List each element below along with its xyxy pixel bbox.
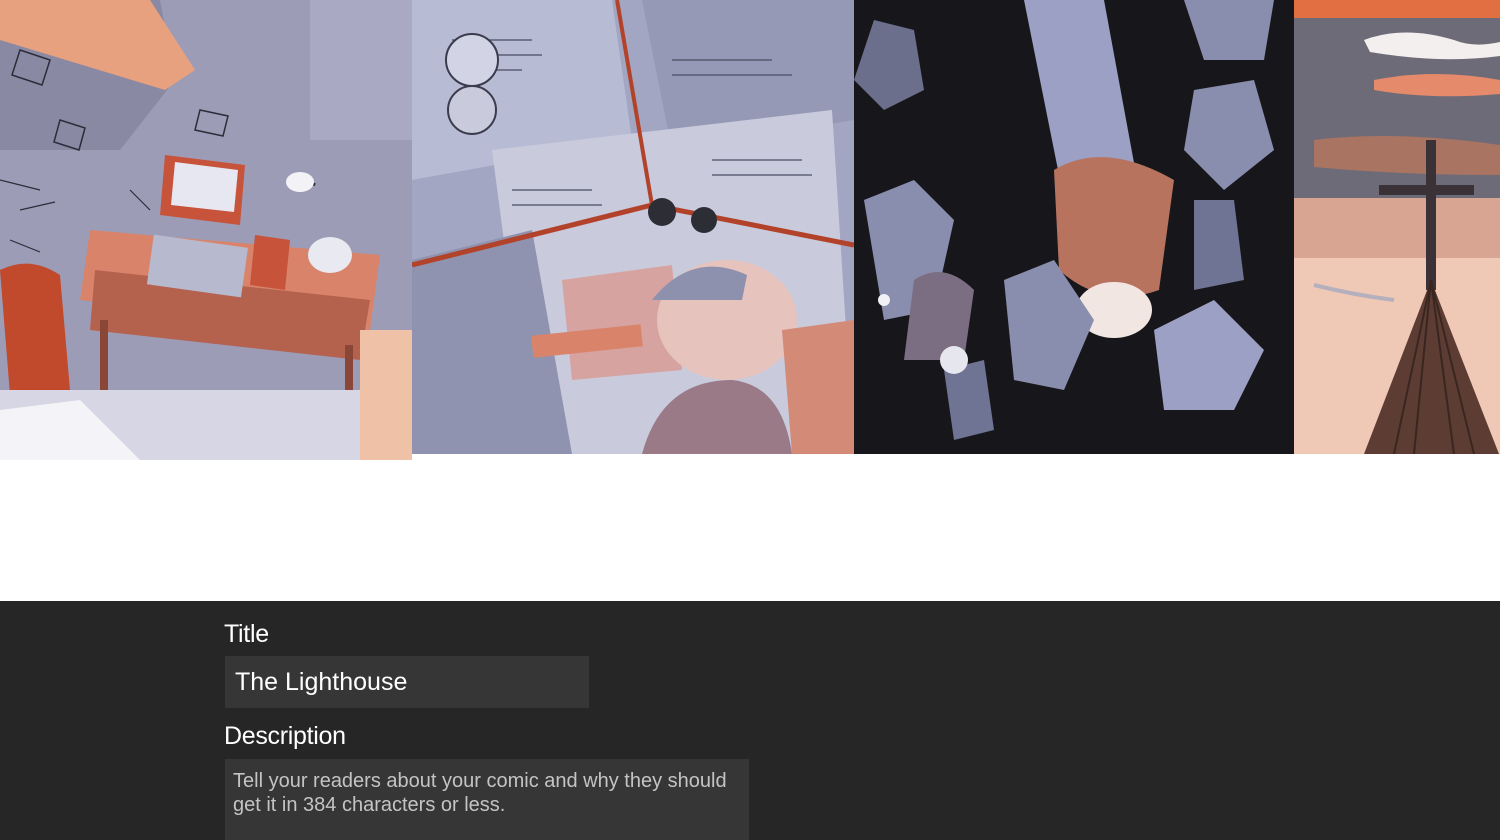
- comic-cover-banner: [0, 0, 1500, 460]
- description-label: Description: [224, 722, 346, 750]
- title-input[interactable]: [225, 656, 589, 708]
- newspaper-clippings-panel: [412, 0, 854, 454]
- falling-figures-panel: [854, 0, 1294, 454]
- comic-details-form: Title Description: [0, 601, 1500, 840]
- title-label: Title: [224, 620, 269, 648]
- church-spire-panel: [1294, 0, 1500, 454]
- workshop-desk-panel: [0, 0, 412, 460]
- description-textarea[interactable]: [225, 759, 749, 840]
